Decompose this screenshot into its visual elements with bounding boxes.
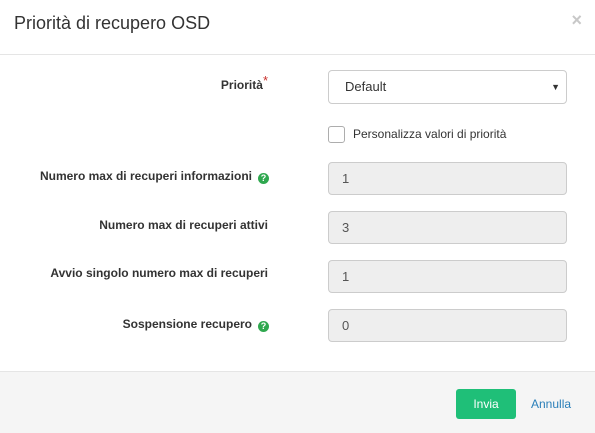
max-info-recoveries-label-text: Numero max di recuperi informazioni (39, 169, 252, 183)
help-icon[interactable]: ? (258, 173, 269, 184)
close-icon[interactable]: × (571, 11, 582, 29)
dropdown-arrow-icon: ▼ (551, 82, 560, 92)
submit-button[interactable]: Invia (456, 389, 516, 419)
customize-priority-checkbox[interactable] (328, 125, 345, 143)
recovery-sleep-field: 0 (328, 309, 567, 342)
modal-header: Priorità di recupero OSD × (0, 0, 595, 55)
priority-label: Priorità* (220, 73, 268, 92)
priority-label-text: Priorità (220, 78, 263, 92)
max-single-start-recoveries-label: Avvio singolo numero max di recuperi (50, 266, 268, 280)
max-active-recoveries-field: 3 (328, 211, 567, 244)
required-marker: * (262, 73, 268, 88)
recovery-sleep-label: Sospensione recupero? (123, 317, 269, 332)
osd-recovery-priority-modal: Priorità di recupero OSD × Priorità* Def… (0, 0, 595, 433)
priority-selected-value: Default (345, 79, 387, 94)
cancel-link[interactable]: Annulla (531, 389, 571, 419)
max-active-recoveries-label: Numero max di recuperi attivi (99, 218, 268, 232)
modal-title: Priorità di recupero OSD (14, 13, 211, 33)
customize-priority-option[interactable]: Personalizza valori di priorità (328, 125, 507, 143)
max-info-recoveries-label: Numero max di recuperi informazioni? (40, 169, 269, 184)
customize-priority-label: Personalizza valori di priorità (353, 127, 507, 141)
priority-select[interactable]: Default ▼ (328, 70, 567, 104)
modal-footer: Invia Annulla (0, 371, 595, 433)
recovery-sleep-label-text: Sospensione recupero (122, 317, 252, 331)
max-single-start-recoveries-field: 1 (328, 260, 567, 293)
help-icon[interactable]: ? (258, 321, 269, 332)
max-info-recoveries-field: 1 (328, 162, 567, 195)
